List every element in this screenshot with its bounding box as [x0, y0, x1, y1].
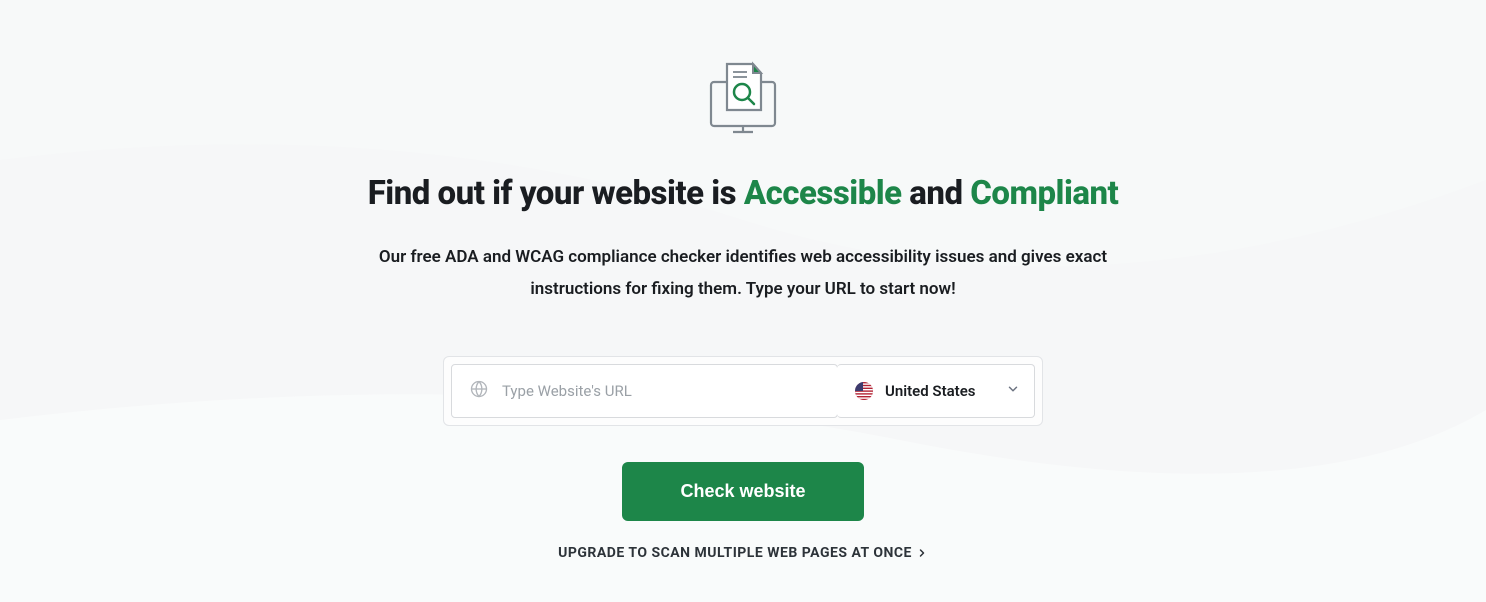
heading-part2: and — [902, 174, 971, 213]
country-select[interactable]: United States — [837, 364, 1035, 418]
chevron-down-icon — [1006, 381, 1020, 400]
country-selected-label: United States — [885, 382, 1006, 400]
scan-document-icon — [707, 60, 779, 144]
us-flag-icon — [855, 382, 873, 400]
upgrade-link[interactable]: UPGRADE TO SCAN MULTIPLE WEB PAGES AT ON… — [558, 545, 928, 561]
check-website-button[interactable]: Check website — [622, 462, 863, 521]
url-input-container[interactable] — [451, 364, 838, 418]
checker-form: United States — [443, 356, 1043, 426]
page-heading: Find out if your website is Accessible a… — [368, 174, 1119, 213]
heading-highlight-accessible: Accessible — [744, 174, 902, 213]
upgrade-link-label: UPGRADE TO SCAN MULTIPLE WEB PAGES AT ON… — [558, 545, 912, 561]
heading-highlight-compliant: Compliant — [970, 174, 1118, 213]
globe-icon — [470, 380, 488, 402]
heading-part1: Find out if your website is — [368, 174, 744, 213]
chevron-right-icon — [916, 547, 928, 559]
url-input[interactable] — [502, 382, 819, 400]
page-subheading: Our free ADA and WCAG compliance checker… — [363, 241, 1123, 306]
